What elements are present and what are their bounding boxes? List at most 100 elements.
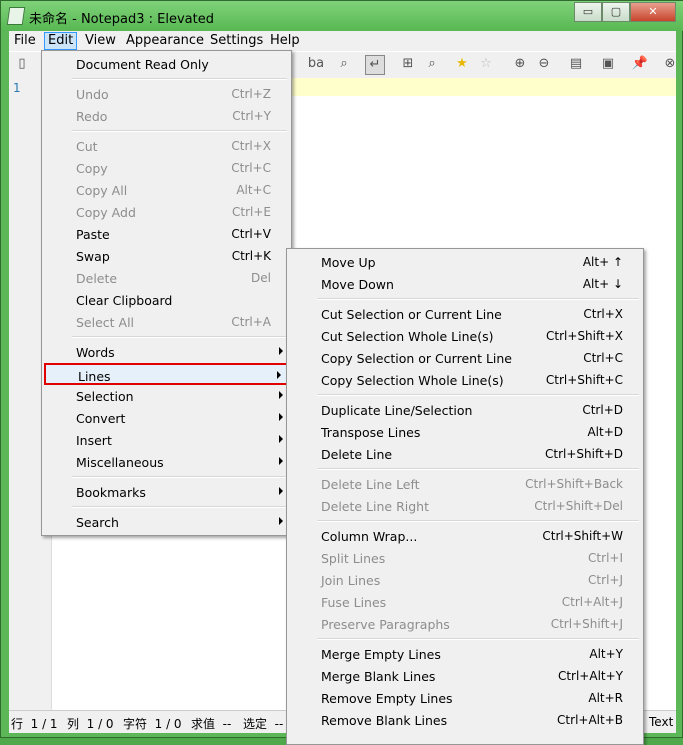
edit-menu-item-copy[interactable]: Copy Ctrl+C (44, 157, 289, 179)
menu-appearance[interactable]: Appearance (123, 33, 207, 49)
menu-item-label: Copy (76, 161, 108, 176)
status-value: 求值 -- (191, 717, 232, 731)
menu-edit[interactable]: Edit (44, 32, 78, 50)
lines-menu-item-column-wrap[interactable]: Column Wrap... Ctrl+Shift+W (289, 525, 641, 547)
exit-icon[interactable]: ⊗ (661, 55, 679, 73)
replace-icon[interactable]: ba (307, 55, 325, 73)
menu-help[interactable]: Help (267, 33, 303, 49)
menu-item-label: Words (76, 345, 115, 360)
menu-file[interactable]: File (11, 33, 39, 49)
edit-menu-item-paste[interactable]: Paste Ctrl+V (44, 223, 289, 245)
lines-menu-item-delete-line[interactable]: Delete Line Ctrl+Shift+D (289, 443, 641, 465)
lines-menu-item-preserve-paragraphs[interactable]: Preserve Paragraphs Ctrl+Shift+J (289, 613, 641, 635)
edit-menu-item-redo[interactable]: Redo Ctrl+Y (44, 105, 289, 127)
lines-menu-item-fuse-lines[interactable]: Fuse Lines Ctrl+Alt+J (289, 591, 641, 613)
lines-menu-item-join-lines[interactable]: Join Lines Ctrl+J (289, 569, 641, 591)
edit-menu-item-convert[interactable]: Convert (44, 407, 289, 429)
find-icon[interactable]: ⌕ (335, 55, 353, 73)
submenu-arrow-icon (277, 371, 281, 379)
lines-menu-item-merge-blank-lines[interactable]: Merge Blank Lines Ctrl+Alt+Y (289, 665, 641, 687)
menu-item-label: Column Wrap... (321, 529, 418, 544)
edit-menu-item-bookmarks[interactable]: Bookmarks (44, 481, 289, 503)
zoom-in-icon[interactable]: ⊕ (511, 55, 529, 73)
lines-menu-item-remove-empty-lines[interactable]: Remove Empty Lines Alt+R (289, 687, 641, 709)
edit-menu-item-words[interactable]: Words (44, 341, 289, 363)
edit-menu-item-lines[interactable]: Lines (44, 363, 289, 385)
edit-menu-item-miscellaneous[interactable]: Miscellaneous (44, 451, 289, 473)
edit-menu-item-insert[interactable]: Insert (44, 429, 289, 451)
lines-menu-item-cut-selection-whole-line-s[interactable]: Cut Selection Whole Line(s) Ctrl+Shift+X (289, 325, 641, 347)
menu-item-shortcut: Ctrl+V (231, 227, 271, 241)
edit-menu-item-delete[interactable]: Delete Del (44, 267, 289, 289)
menu-item-label: Merge Blank Lines (321, 669, 436, 684)
menu-item-shortcut: Ctrl+Shift+D (545, 447, 623, 461)
menu-item-label: Clear Clipboard (76, 293, 173, 308)
edit-menu-item-copy-add[interactable]: Copy Add Ctrl+E (44, 201, 289, 223)
menu-separator (317, 638, 639, 640)
menu-item-shortcut: Ctrl+Shift+Del (534, 499, 623, 513)
new-file-icon[interactable]: ▯ (13, 55, 31, 73)
menu-item-shortcut: Ctrl+Alt+Y (557, 669, 623, 683)
menu-separator (72, 78, 287, 80)
edit-menu-item-cut[interactable]: Cut Ctrl+X (44, 135, 289, 157)
lines-menu-item-copy-selection-or-current-line[interactable]: Copy Selection or Current Line Ctrl+C (289, 347, 641, 369)
menu-item-label: Delete Line Left (321, 477, 420, 492)
edit-menu-item-copy-all[interactable]: Copy All Alt+C (44, 179, 289, 201)
menu-item-label: Delete (76, 271, 118, 286)
lines-menu-item-transpose-lines[interactable]: Transpose Lines Alt+D (289, 421, 641, 443)
menu-item-shortcut: Ctrl+Shift+X (546, 329, 623, 343)
menu-bar: File Edit View Appearance Settings Help (9, 31, 676, 51)
menu-item-shortcut: Ctrl+K (231, 249, 271, 263)
edit-menu-item-select-all[interactable]: Select All Ctrl+A (44, 311, 289, 333)
lines-menu-item-merge-empty-lines[interactable]: Merge Empty Lines Alt+Y (289, 643, 641, 665)
lines-menu-item-move-up[interactable]: Move Up Alt+ ↑ (289, 251, 641, 273)
menu-item-label: Copy Add (76, 205, 136, 220)
menu-item-shortcut: Ctrl+Alt+B (557, 713, 623, 727)
edit-menu-item-undo[interactable]: Undo Ctrl+Z (44, 83, 289, 105)
menu-separator (317, 468, 639, 470)
search-magnify-icon[interactable]: ⌕ (423, 55, 441, 73)
edit-menu-item-swap[interactable]: Swap Ctrl+K (44, 245, 289, 267)
lines-menu-item-move-down[interactable]: Move Down Alt+ ↓ (289, 273, 641, 295)
menu-item-shortcut: Alt+ ↓ (582, 277, 623, 291)
submenu-arrow-icon (279, 487, 283, 495)
edit-menu-item-document-read-only[interactable]: Document Read Only (44, 53, 289, 75)
lines-menu-item-copy-selection-whole-line-s[interactable]: Copy Selection Whole Line(s) Ctrl+Shift+C (289, 369, 641, 391)
word-wrap-icon[interactable]: ↵ (365, 55, 385, 75)
lines-menu-item-cut-selection-or-current-line[interactable]: Cut Selection or Current Line Ctrl+X (289, 303, 641, 325)
menu-separator (317, 394, 639, 396)
menu-item-label: Paste (76, 227, 110, 242)
lines-menu-item-remove-blank-lines[interactable]: Remove Blank Lines Ctrl+Alt+B (289, 709, 641, 731)
menu-item-shortcut: Ctrl+C (231, 161, 271, 175)
menu-item-shortcut: Ctrl+X (583, 307, 623, 321)
screen-icon[interactable]: ▣ (599, 55, 617, 73)
edit-menu-item-selection[interactable]: Selection (44, 385, 289, 407)
title-bar[interactable]: 未命名 - Notepad3 : Elevated ▭ ▢ ✕ (1, 1, 683, 31)
maximize-button[interactable]: ▢ (602, 2, 630, 22)
edit-menu-item-search[interactable]: Search (44, 511, 289, 533)
status-column: 列 1 / 0 (67, 717, 114, 731)
bookmark-star-outline-icon[interactable]: ☆ (477, 55, 495, 73)
menu-item-label: Selection (76, 389, 134, 404)
close-button[interactable]: ✕ (630, 2, 676, 22)
menu-settings[interactable]: Settings (207, 33, 266, 49)
bookmark-star-icon[interactable]: ★ (453, 55, 471, 73)
zoom-out-icon[interactable]: ⊖ (535, 55, 553, 73)
menu-item-label: Copy Selection or Current Line (321, 351, 512, 366)
menu-item-label: Preserve Paragraphs (321, 617, 450, 632)
submenu-arrow-icon (279, 435, 283, 443)
status-encoding[interactable]: Text (649, 715, 673, 729)
settings-window-icon[interactable]: ▤ (567, 55, 585, 73)
menu-item-label: Join Lines (321, 573, 381, 588)
lines-menu-item-delete-line-right[interactable]: Delete Line Right Ctrl+Shift+Del (289, 495, 641, 517)
menu-item-shortcut: Ctrl+A (231, 315, 271, 329)
minimize-button[interactable]: ▭ (574, 2, 602, 22)
lines-menu-item-split-lines[interactable]: Split Lines Ctrl+I (289, 547, 641, 569)
lines-menu-item-delete-line-left[interactable]: Delete Line Left Ctrl+Shift+Back (289, 473, 641, 495)
pin-icon[interactable]: 📌 (631, 55, 649, 73)
zoom-selection-icon[interactable]: ⊞ (399, 55, 417, 73)
lines-menu-item-duplicate-line-selection[interactable]: Duplicate Line/Selection Ctrl+D (289, 399, 641, 421)
menu-view[interactable]: View (82, 33, 119, 49)
menu-item-label: Copy Selection Whole Line(s) (321, 373, 504, 388)
edit-menu-item-clear-clipboard[interactable]: Clear Clipboard (44, 289, 289, 311)
